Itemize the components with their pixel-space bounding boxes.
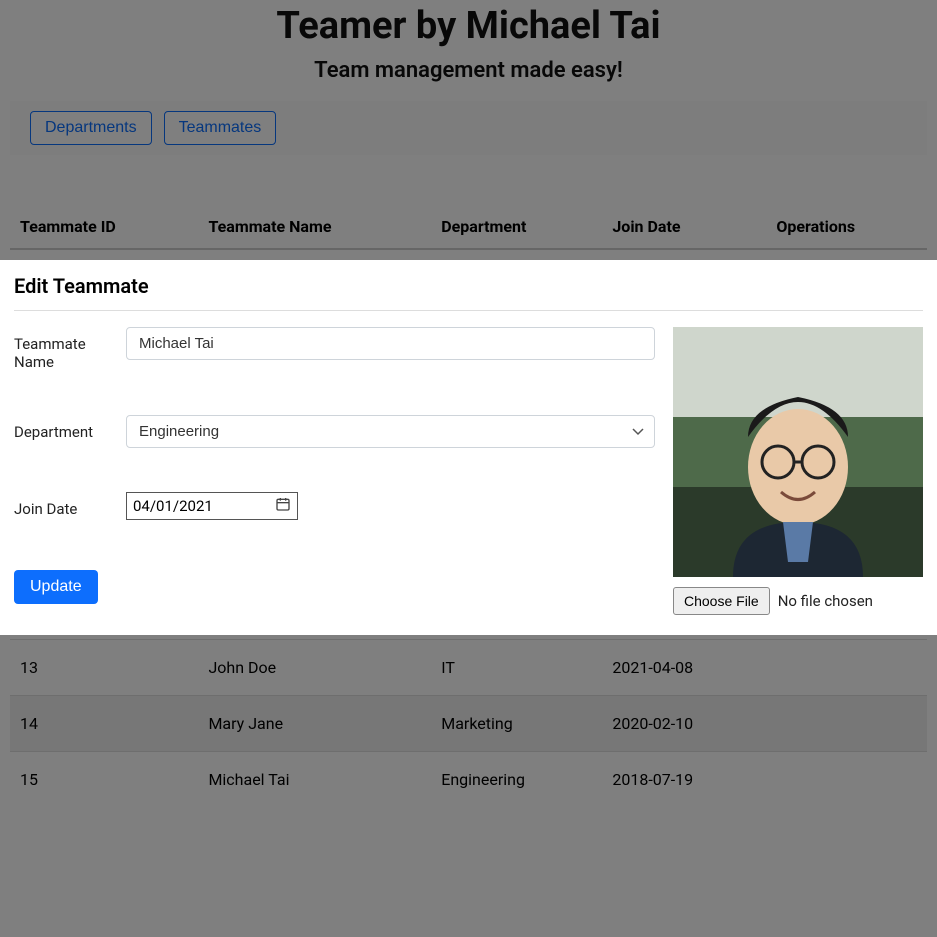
label-join-date: Join Date xyxy=(14,492,126,518)
edit-teammate-modal: Edit Teammate Teammate Name Department E… xyxy=(0,260,937,635)
divider xyxy=(14,310,923,311)
modal-title: Edit Teammate xyxy=(14,274,923,298)
choose-file-button[interactable]: Choose File xyxy=(673,587,770,615)
teammate-photo xyxy=(673,327,923,577)
join-date-input[interactable]: 04/01/2021 xyxy=(126,492,298,520)
join-date-value: 04/01/2021 xyxy=(133,497,275,515)
file-status-text: No file chosen xyxy=(778,592,873,610)
label-department: Department xyxy=(14,415,126,441)
calendar-icon xyxy=(275,496,291,516)
teammate-name-input[interactable] xyxy=(126,327,655,360)
department-select[interactable]: Engineering xyxy=(126,415,655,448)
label-teammate-name: Teammate Name xyxy=(14,327,126,371)
update-button[interactable]: Update xyxy=(14,570,98,604)
